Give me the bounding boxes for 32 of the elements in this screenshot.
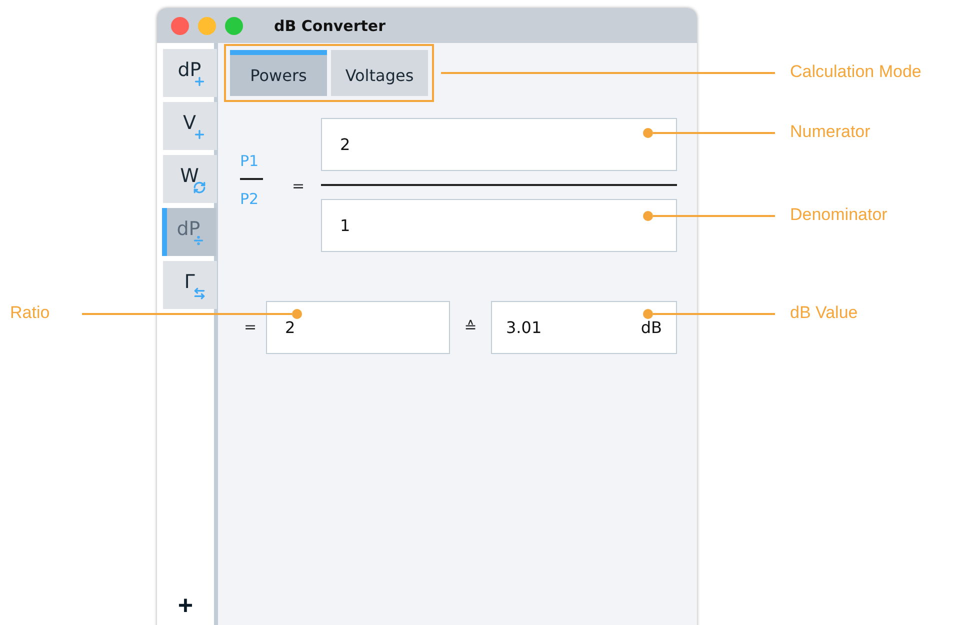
sidebar-tool-button[interactable]: dP: [163, 49, 217, 97]
corresponds-sign: ≙: [463, 318, 478, 336]
equals-sign: =: [244, 318, 258, 336]
refresh-icon: [193, 181, 206, 194]
numerator-symbol: P1: [240, 152, 259, 170]
plus-icon: [193, 75, 206, 88]
minimize-button[interactable]: [198, 16, 216, 34]
sidebar-tool-button[interactable]: Γ: [163, 261, 217, 309]
unit-label: dB: [640, 318, 662, 336]
numerator-field[interactable]: 2: [321, 118, 677, 171]
equals-sign: =: [292, 176, 306, 197]
window-title: dB Converter: [274, 16, 386, 34]
divide-icon: [192, 234, 205, 247]
zoom-button[interactable]: [225, 16, 243, 34]
db-value-field[interactable]: 3.01 dB: [491, 300, 677, 354]
mode-tab[interactable]: Powers: [230, 50, 327, 96]
sidebar-tool-button[interactable]: W: [163, 155, 217, 203]
ratio-field[interactable]: 2: [266, 300, 450, 354]
denominator-symbol: P2: [240, 190, 259, 208]
swap-icon: [193, 287, 206, 300]
callout-label: dB Value: [790, 303, 858, 323]
close-button[interactable]: [171, 16, 189, 34]
add-button[interactable]: +: [178, 592, 194, 618]
denominator-field[interactable]: 1: [321, 198, 677, 252]
callout-label: Calculation Mode: [790, 62, 922, 82]
db-value-input[interactable]: 3.01: [506, 318, 641, 336]
sidebar-tool-button[interactable]: V: [163, 102, 217, 150]
callout-label: Denominator: [790, 205, 888, 225]
callout-label: Numerator: [790, 122, 870, 142]
plus-icon: [193, 128, 206, 141]
callout-label: Ratio: [10, 303, 50, 323]
mode-tab[interactable]: Voltages: [331, 50, 428, 96]
